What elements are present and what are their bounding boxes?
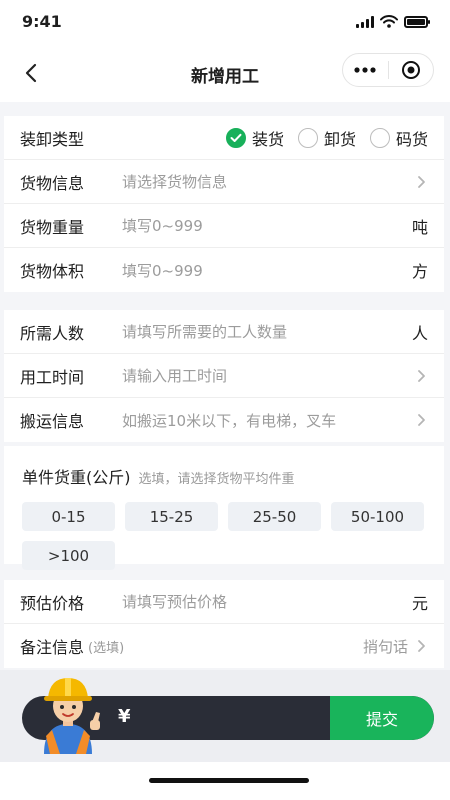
status-time: 9:41 [22,12,62,31]
unit-weight-header: 单件货重(公斤) 选填，请选择货物平均件重 [4,446,444,488]
unit-weight-card: 单件货重(公斤) 选填，请选择货物平均件重 0-15 15-25 25-50 5… [4,446,444,570]
radio-load[interactable]: 装货 [225,126,284,150]
radio-unchecked-icon [369,127,390,148]
radio-checked-icon [225,127,246,148]
estimate-input[interactable]: 请填写预估价格 [122,591,404,612]
wifi-icon [380,15,398,28]
goods-weight-row: 货物重量 填写0~999 吨 [4,204,444,248]
radio-stack-label: 码货 [395,129,428,149]
currency-symbol: ¥ [118,706,131,727]
chevron-right-icon [418,640,425,652]
unit-weight-options: 0-15 15-25 25-50 50-100 >100 [4,488,444,586]
radio-stack[interactable]: 码货 [369,126,428,150]
radio-load-label: 装货 [251,129,284,149]
goods-weight-unit: 吨 [411,217,428,237]
goods-volume-input[interactable]: 填写0~999 [122,260,404,281]
goods-weight-label: 货物重量 [20,217,85,237]
weight-chip[interactable]: 25-50 [228,502,321,531]
worker-mascot-icon [44,678,100,754]
goods-card: 装卸类型 装货 卸货 码货 货物信息 请选择货物信息 货物重量 填写0~999 [4,116,444,292]
nav-bar: 新增用工 [0,44,450,102]
workers-label: 所需人数 [20,323,85,343]
chevron-right-icon [418,175,425,188]
remark-action: 捎句话 [363,636,428,657]
radio-unload-label: 卸货 [323,129,356,149]
transport-label: 搬运信息 [20,412,85,431]
status-bar: 9:41 [0,0,450,44]
weight-chip[interactable]: 50-100 [331,502,424,531]
work-time-label: 用工时间 [20,367,85,387]
goods-info-placeholder: 请选择货物信息 [122,173,228,191]
weight-chip[interactable]: 0-15 [22,502,115,531]
work-card: 所需人数 请填写所需要的工人数量 人 用工时间 请输入用工时间 搬运信息 如搬运… [4,310,444,442]
remark-optional: (选填) [88,640,125,656]
remark-label: 备注信息 [20,638,85,657]
goods-volume-unit: 方 [411,262,428,281]
work-time-placeholder: 请输入用工时间 [122,367,228,385]
radio-unload[interactable]: 卸货 [297,126,356,150]
transport-placeholder: 如搬运10米以下，有电梯，叉车 [122,411,337,430]
submit-button[interactable]: 提交 [330,696,434,740]
workers-row: 所需人数 请填写所需要的工人数量 人 [4,310,444,354]
mini-program-capsule [342,53,434,87]
workers-unit: 人 [411,323,428,343]
home-indicator [149,778,309,783]
price-card: 预估价格 请填写预估价格 元 备注信息 (选填) 捎句话 [4,580,444,668]
handling-type-radios: 装货 卸货 码货 [122,126,428,150]
signal-icon [356,15,374,28]
unit-weight-title: 单件货重(公斤) [22,468,131,487]
goods-info-row[interactable]: 货物信息 请选择货物信息 [4,160,444,204]
estimate-row: 预估价格 请填写预估价格 元 [4,580,444,624]
unit-weight-hint: 选填，请选择货物平均件重 [138,472,295,487]
weight-chip[interactable]: 15-25 [125,502,218,531]
goods-info-label: 货物信息 [20,173,85,193]
handling-type-label: 装卸类型 [20,129,85,149]
weight-chip[interactable]: >100 [22,541,115,570]
remark-row[interactable]: 备注信息 (选填) 捎句话 [4,624,444,668]
transport-row[interactable]: 搬运信息 如搬运10米以下，有电梯，叉车 [4,398,444,442]
handling-type-row: 装卸类型 装货 卸货 码货 [4,116,444,160]
battery-icon [404,15,430,28]
goods-volume-label: 货物体积 [20,262,85,281]
chevron-right-icon [418,414,425,426]
workers-input[interactable]: 请填写所需要的工人数量 [122,321,404,342]
estimate-unit: 元 [411,593,428,613]
remark-action-label: 捎句话 [362,637,408,656]
estimate-label: 预估价格 [20,593,85,613]
goods-weight-input[interactable]: 填写0~999 [122,215,404,236]
more-icon[interactable] [343,67,388,73]
work-time-row[interactable]: 用工时间 请输入用工时间 [4,354,444,398]
chevron-right-icon [418,369,425,382]
goods-volume-row: 货物体积 填写0~999 方 [4,248,444,292]
status-icons [356,15,430,28]
radio-unchecked-icon [297,127,318,148]
close-target-icon[interactable] [389,60,434,80]
